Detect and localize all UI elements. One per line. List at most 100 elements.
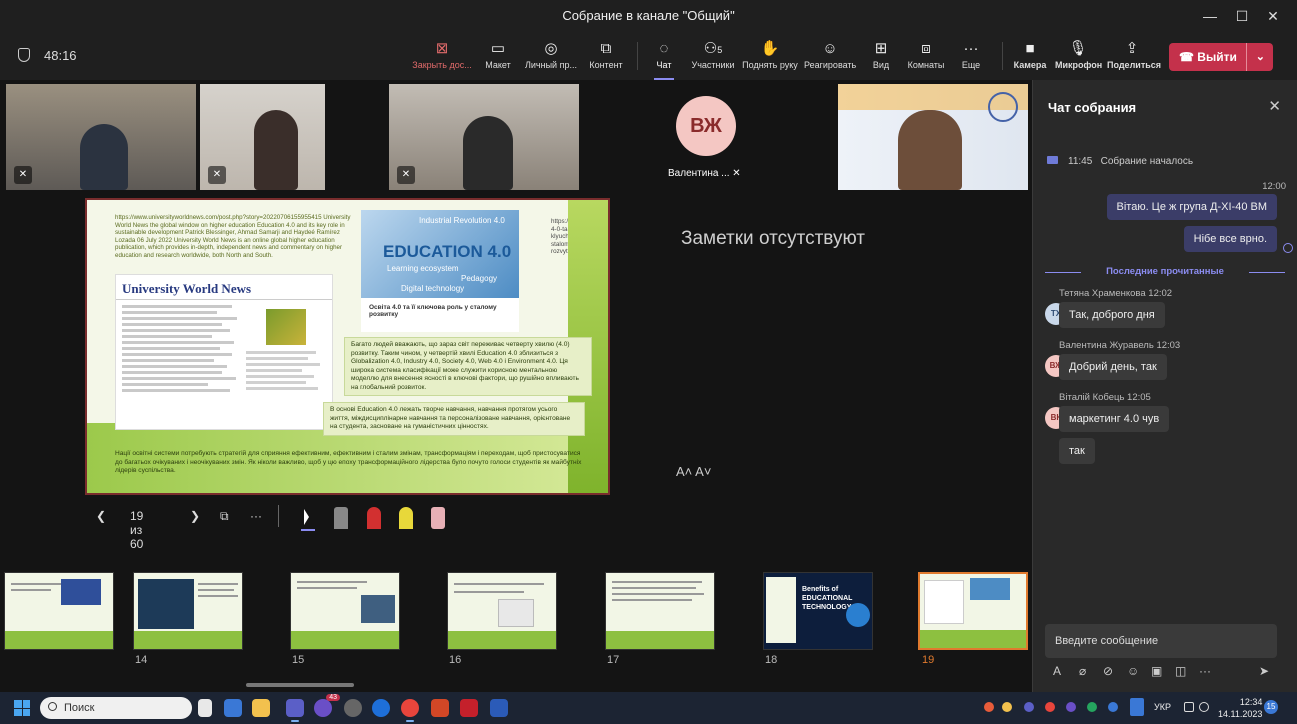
hand-icon: ✋	[760, 40, 780, 57]
tray-app-icon[interactable]	[1108, 702, 1118, 712]
tray-app-icon[interactable]	[1066, 702, 1076, 712]
taskbar-clock[interactable]: 12:34 14.11.2023	[1218, 696, 1262, 720]
sticker-icon[interactable]: ◫	[1175, 664, 1186, 678]
chat-message[interactable]: Добрий день, так	[1059, 354, 1167, 380]
participant-video-3[interactable]: ✕	[389, 84, 579, 190]
toolbar-separator	[637, 42, 638, 70]
layout-button[interactable]: ▭ Макет	[482, 40, 514, 70]
private-view-button[interactable]: ◎ Личный пр...	[523, 40, 579, 70]
word-icon[interactable]	[490, 699, 508, 717]
volume-icon[interactable]	[1199, 702, 1209, 712]
chat-message[interactable]: Так, доброго дня	[1059, 302, 1165, 328]
share-icon: ⇪	[1125, 40, 1139, 57]
network-icon[interactable]	[1184, 702, 1194, 712]
stop-sharing-button[interactable]: ⊠ Закрыть дос...	[412, 40, 472, 70]
slide-thumbnail[interactable]	[290, 572, 400, 650]
close-window-button[interactable]: ✕	[1258, 4, 1288, 28]
my-message[interactable]: Нібе все врно.	[1183, 226, 1277, 252]
slide-thumbnail[interactable]	[447, 572, 557, 650]
slide-thumbnail[interactable]: Benefits of EDUCATIONAL TECHNOLOGY	[763, 572, 873, 650]
tray-app-icon[interactable]	[1087, 702, 1097, 712]
leave-divider	[1246, 43, 1247, 71]
thumbnail-scrollbar[interactable]	[246, 683, 354, 687]
send-icon[interactable]: ➤	[1259, 664, 1269, 678]
pointer-icon	[304, 509, 309, 525]
next-slide-button[interactable]: ❯	[190, 509, 200, 523]
zoom-icon[interactable]	[372, 699, 390, 717]
slide-thumbnail[interactable]	[133, 572, 243, 650]
app-icon[interactable]	[344, 699, 362, 717]
more-button[interactable]: ··· Еще	[958, 40, 984, 70]
format-icon[interactable]: A	[1053, 664, 1061, 678]
rooms-icon: ⧈	[921, 40, 931, 57]
teams-icon[interactable]	[286, 699, 304, 722]
font-size-controls[interactable]: A˄ A˅	[676, 464, 711, 479]
widgets-icon[interactable]	[224, 699, 242, 717]
highlighter-tool[interactable]	[399, 507, 413, 529]
leave-button[interactable]: ☎ Выйти ⌄	[1169, 43, 1273, 71]
notification-center-icon[interactable]: 15	[1264, 700, 1278, 714]
meeting-timer: 48:16	[18, 48, 77, 63]
minimize-button[interactable]: —	[1195, 4, 1225, 28]
my-message[interactable]: Вітаю. Це ж група Д-ХІ-40 ВМ	[1106, 194, 1277, 220]
edu-top-label: Industrial Revolution 4.0	[419, 216, 505, 225]
teams-chat-icon[interactable]: 43	[314, 694, 340, 717]
slide-thumbnail[interactable]	[4, 572, 114, 650]
file-explorer-icon[interactable]	[252, 699, 270, 717]
taskbar-search[interactable]: Поиск	[40, 697, 192, 719]
more-icon[interactable]: ···	[1199, 664, 1211, 678]
windows-taskbar: Поиск 43 УКР 12:34 14.11.2023 15	[0, 692, 1297, 724]
view-button[interactable]: ⊞ Вид	[868, 40, 894, 70]
participant-video-4[interactable]	[838, 84, 1028, 190]
mic-icon: 🎙	[1068, 40, 1088, 57]
tray-app-icon[interactable]	[1045, 702, 1055, 712]
participant-tile-avatar[interactable]: ВЖ Валентина ... ✕	[588, 84, 830, 190]
chat-title: Чат собрания	[1048, 100, 1137, 115]
camera-button[interactable]: ■ Камера	[1012, 40, 1048, 70]
message-input[interactable]: Введите сообщение	[1045, 624, 1277, 658]
eraser-tool[interactable]	[431, 507, 445, 529]
pen-gray-tool[interactable]	[334, 507, 348, 529]
language-indicator[interactable]: УКР	[1154, 702, 1171, 712]
acrobat-icon[interactable]	[460, 699, 478, 717]
windows-start-icon[interactable]	[14, 700, 30, 716]
chat-message[interactable]: так	[1059, 438, 1095, 464]
participant-name: Валентина ... ✕	[668, 168, 741, 179]
notes-empty-label: Заметки отсутствуют	[681, 228, 865, 249]
tray-app-icon[interactable]	[1024, 702, 1034, 712]
maximize-button[interactable]: ☐	[1227, 4, 1257, 28]
close-icon[interactable]: ✕	[1268, 97, 1281, 115]
pen-red-tool[interactable]	[367, 507, 381, 529]
content-button[interactable]: ⧉ Контент	[587, 40, 625, 70]
loop-icon[interactable]: ⊘	[1103, 664, 1113, 678]
grid-view-icon[interactable]: ⧉	[220, 509, 229, 524]
powerpoint-icon[interactable]	[431, 699, 449, 717]
raise-hand-button[interactable]: ✋ Поднять руку	[742, 40, 798, 70]
task-view-icon[interactable]	[198, 699, 212, 717]
more-options-icon[interactable]: ···	[250, 509, 262, 523]
read-receipt-icon	[1283, 243, 1293, 253]
chevron-down-icon[interactable]: ⌄	[1256, 43, 1265, 71]
chat-message[interactable]: маркетинг 4.0 чув	[1059, 406, 1170, 432]
attach-icon[interactable]: ⌀	[1079, 664, 1086, 678]
mic-in-use-icon[interactable]	[1130, 698, 1144, 716]
slide-thumbnail-selected[interactable]	[918, 572, 1028, 650]
share-button[interactable]: ⇪ Поделиться	[1107, 40, 1161, 70]
emoji-icon[interactable]: ☺	[1127, 664, 1139, 678]
tray-app-icon[interactable]	[984, 702, 994, 712]
title-bar: Собрание в канале "Общий" — ☐ ✕	[0, 0, 1297, 32]
participants-button[interactable]: ⚇5 Участники	[690, 40, 736, 70]
gif-icon[interactable]: ▣	[1151, 664, 1162, 678]
rooms-button[interactable]: ⧈ Комнаты	[906, 40, 946, 70]
slide-thumbnail[interactable]	[605, 572, 715, 650]
tray-app-icon[interactable]	[1002, 702, 1012, 712]
chrome-icon[interactable]	[401, 699, 419, 722]
participant-video-2[interactable]: ✕	[200, 84, 325, 190]
participant-video-1[interactable]: ✕	[6, 84, 196, 190]
person-silhouette	[898, 110, 962, 190]
chat-button[interactable]: ◌ Чат	[650, 40, 678, 80]
prev-slide-button[interactable]: ❮	[96, 509, 106, 523]
pointer-tool[interactable]	[301, 507, 315, 531]
microphone-button[interactable]: 🎙 Микрофон	[1055, 40, 1102, 70]
react-button[interactable]: ☺ Реагировать	[804, 40, 856, 70]
